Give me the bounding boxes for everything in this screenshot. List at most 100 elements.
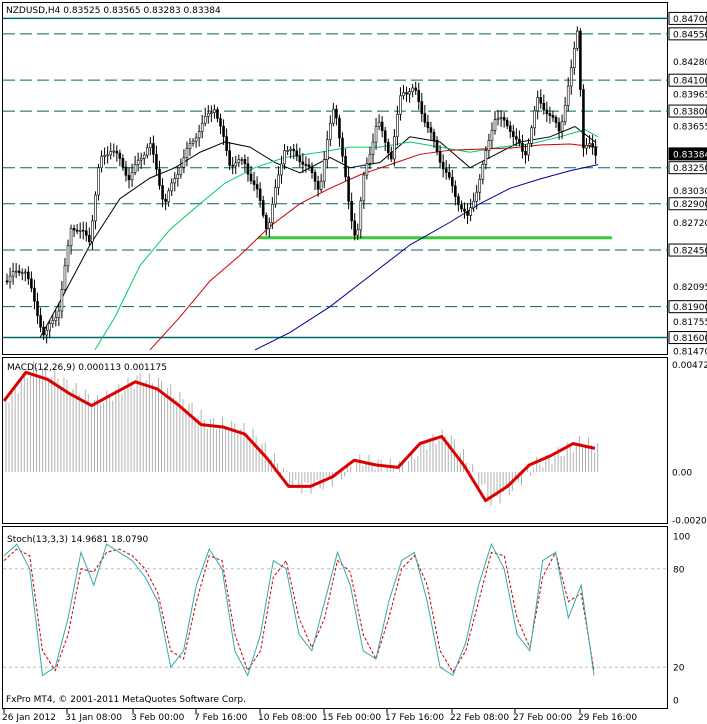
candle-body bbox=[27, 271, 30, 280]
candle-body bbox=[469, 207, 472, 216]
candle-body bbox=[393, 136, 396, 160]
candle-body bbox=[188, 143, 192, 149]
candle-body bbox=[389, 152, 393, 160]
candle-body bbox=[252, 180, 256, 185]
x-tick-label: 3 Feb 00:00 bbox=[131, 713, 185, 723]
candle-body bbox=[69, 228, 73, 247]
candle-body bbox=[515, 136, 518, 140]
candle-body bbox=[225, 136, 228, 152]
x-tick-label: 27 Feb 00:00 bbox=[513, 713, 572, 723]
candle-body bbox=[146, 147, 149, 156]
candle-body bbox=[100, 156, 103, 169]
candle-body bbox=[429, 127, 433, 133]
macd-tick-label: 0.00472 bbox=[672, 361, 707, 371]
candle-body bbox=[444, 168, 448, 173]
candle-body bbox=[426, 122, 430, 128]
candle-body bbox=[106, 154, 109, 157]
candle-body bbox=[210, 112, 213, 114]
candle-body bbox=[243, 159, 247, 165]
candle-body bbox=[194, 137, 198, 142]
candle-body bbox=[493, 119, 497, 131]
price-tick-label: 0.81470 bbox=[673, 347, 707, 357]
stoch-tick-label: 0 bbox=[673, 697, 679, 707]
candle-body bbox=[258, 188, 262, 201]
candle-body bbox=[438, 151, 442, 163]
candle-body bbox=[527, 143, 530, 156]
candle-body bbox=[14, 270, 18, 273]
candle-body bbox=[249, 173, 253, 182]
candle-body bbox=[414, 87, 418, 91]
candle-body bbox=[234, 162, 238, 167]
candle-body bbox=[197, 131, 201, 139]
candle-body bbox=[579, 30, 582, 90]
candle-body bbox=[295, 150, 299, 157]
candle-body bbox=[130, 172, 134, 181]
candle-body bbox=[563, 105, 567, 122]
candle-body bbox=[499, 117, 503, 119]
price-tick-label: 0.83250 bbox=[673, 164, 707, 174]
candle-body bbox=[386, 141, 390, 153]
candle-body bbox=[569, 67, 573, 87]
candle-body bbox=[60, 289, 64, 312]
candle-body bbox=[502, 117, 506, 121]
price-tick-label: 0.82095 bbox=[673, 283, 707, 293]
candle-body bbox=[261, 200, 265, 216]
candle-body bbox=[51, 320, 55, 324]
price-tick-label: 0.81755 bbox=[673, 318, 707, 328]
candle-body bbox=[536, 97, 540, 112]
candle-body bbox=[478, 179, 482, 193]
price-tick-label: 0.82450 bbox=[673, 247, 707, 257]
candle-body bbox=[271, 203, 274, 224]
candle-body bbox=[139, 158, 143, 161]
candle-body bbox=[222, 125, 225, 137]
candle-body bbox=[582, 89, 585, 149]
candle-body bbox=[560, 121, 564, 132]
candle-body bbox=[200, 122, 204, 132]
stoch-tick-label: 20 bbox=[673, 664, 685, 674]
candle-body bbox=[103, 154, 106, 157]
candle-body bbox=[332, 108, 335, 124]
candle-body bbox=[8, 275, 12, 283]
candle-body bbox=[347, 176, 350, 202]
x-tick-label: 15 Feb 00:00 bbox=[322, 713, 381, 723]
candle-body bbox=[298, 155, 302, 163]
candle-body bbox=[518, 138, 521, 144]
candle-body bbox=[124, 166, 128, 176]
price-tick-label: 0.83655 bbox=[673, 122, 707, 132]
candle-body bbox=[328, 122, 332, 140]
candle-body bbox=[185, 148, 189, 158]
candle-body bbox=[179, 166, 183, 175]
candle-body bbox=[591, 143, 594, 148]
candle-body bbox=[91, 220, 94, 242]
macd-header: MACD(12,26,9) 0.000113 0.001175 bbox=[7, 363, 167, 373]
candle-body bbox=[566, 85, 570, 106]
candle-body bbox=[417, 90, 421, 102]
candle-body bbox=[365, 163, 369, 176]
candle-body bbox=[94, 194, 97, 222]
symbol-header: NZDUSD,H4 0.83525 0.83565 0.83283 0.8338… bbox=[6, 6, 221, 16]
candle-body bbox=[466, 210, 469, 216]
candle-body bbox=[377, 121, 381, 127]
candle-body bbox=[557, 122, 561, 132]
candle-body bbox=[490, 130, 494, 141]
candle-body bbox=[176, 174, 180, 179]
candle-body bbox=[246, 163, 250, 175]
candle-body bbox=[521, 142, 524, 152]
candle-body bbox=[472, 200, 475, 208]
candle-body bbox=[362, 174, 366, 202]
candle-body bbox=[508, 125, 512, 132]
candle-body bbox=[133, 164, 137, 173]
candle-body bbox=[182, 157, 186, 168]
candle-body bbox=[142, 154, 146, 159]
candle-body bbox=[435, 139, 439, 152]
candle-body bbox=[42, 326, 45, 336]
candle-body bbox=[237, 159, 241, 164]
candle-body bbox=[316, 181, 320, 190]
candle-body bbox=[450, 176, 454, 187]
candle-body bbox=[481, 164, 485, 180]
candle-body bbox=[11, 271, 15, 277]
price-panel bbox=[2, 2, 668, 355]
candle-body bbox=[36, 300, 39, 316]
candle-body bbox=[17, 270, 21, 274]
candle-body bbox=[380, 121, 384, 132]
